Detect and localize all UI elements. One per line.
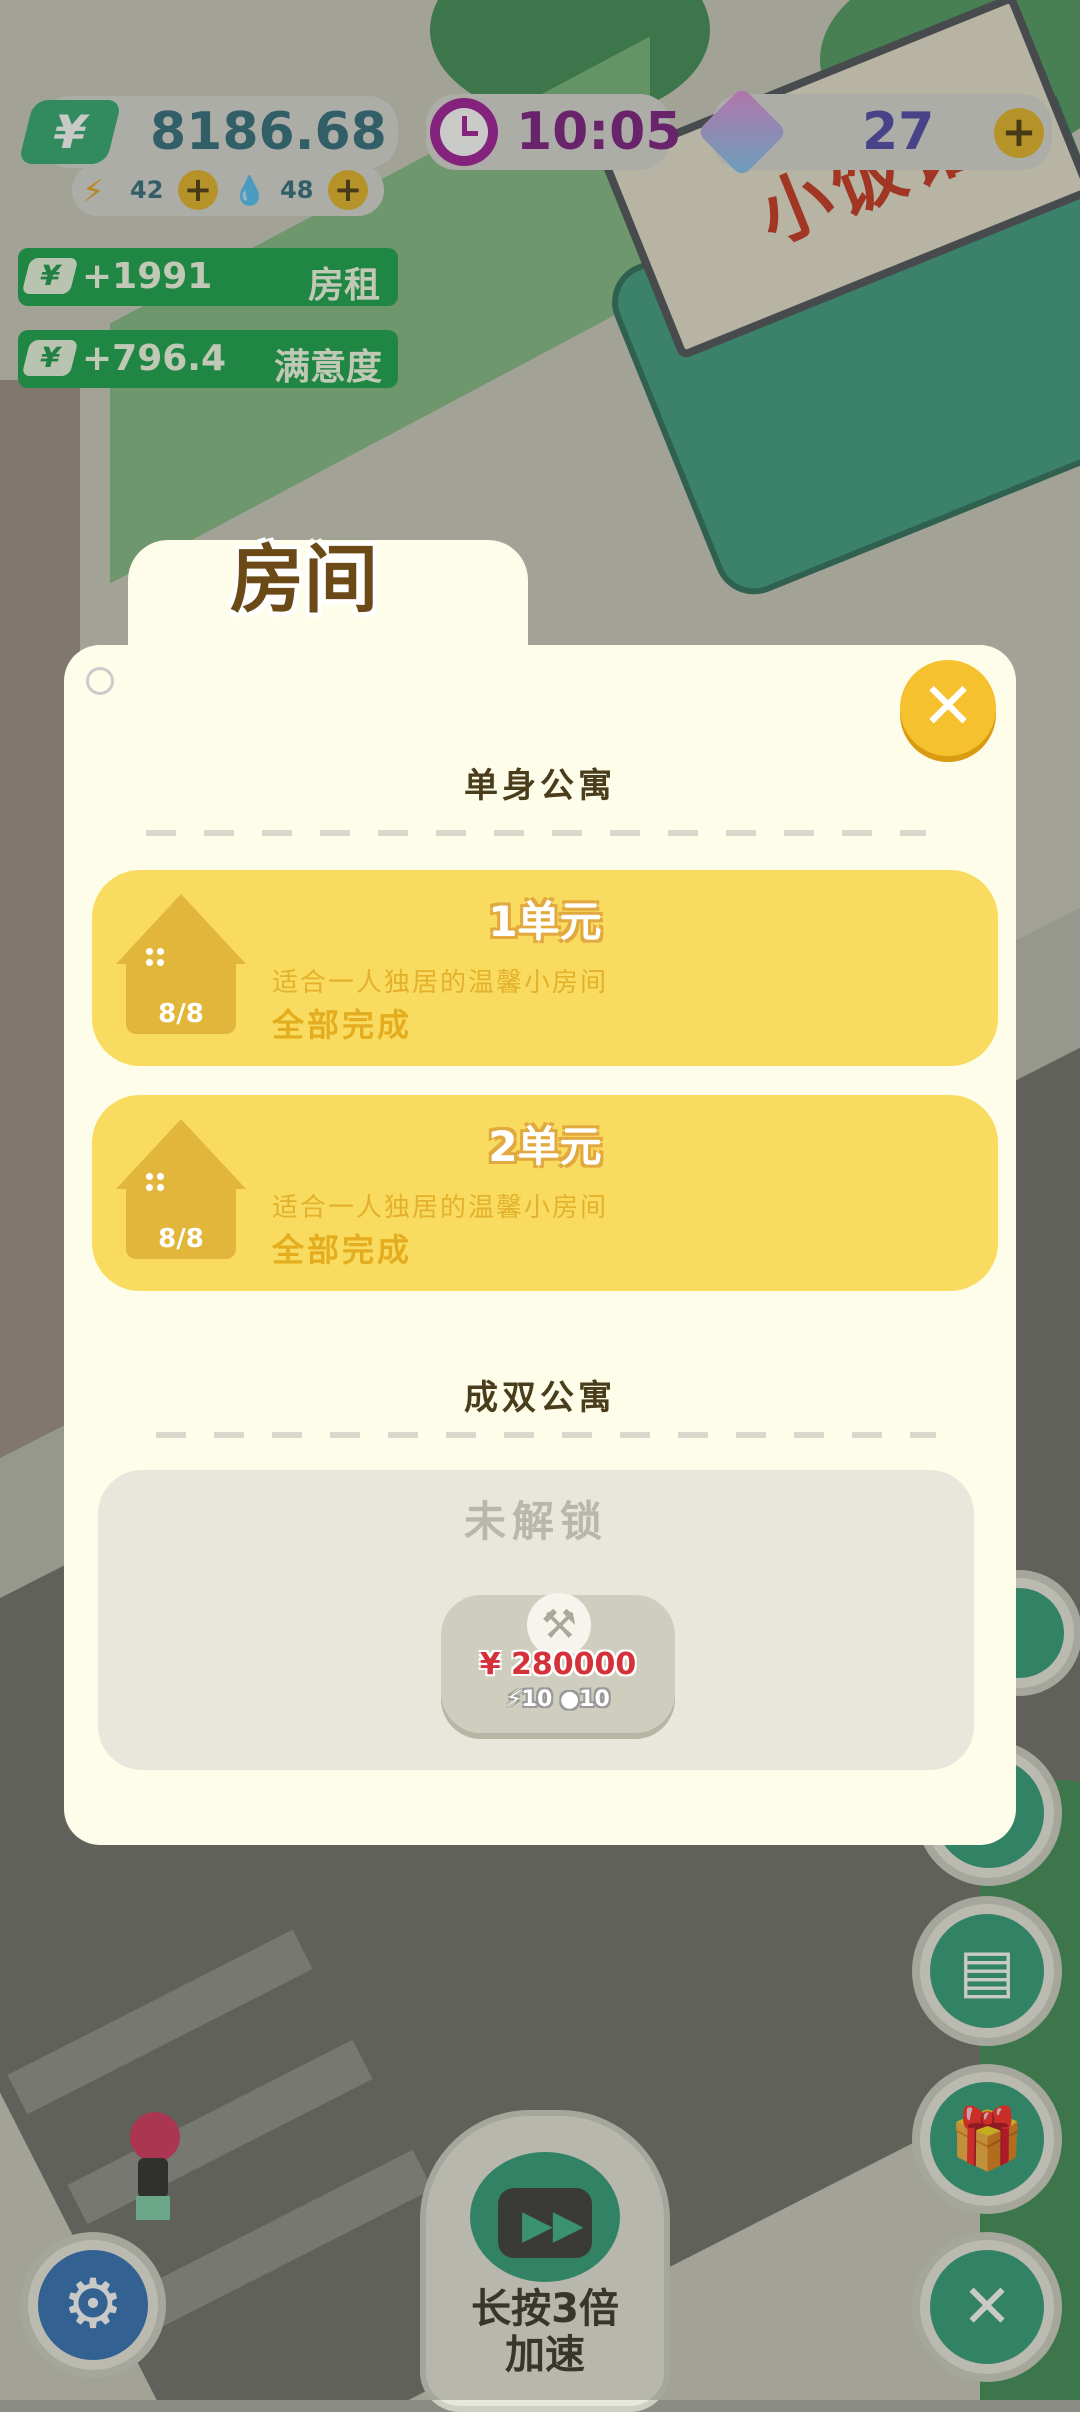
unit-description: 适合一人独居的温馨小房间: [272, 1193, 609, 1223]
section-divider: [156, 1432, 936, 1438]
section-title-couple: 成双公寓: [464, 1378, 616, 1418]
unit-name: 2单元: [488, 1122, 602, 1171]
dialog-title: 房间: [230, 537, 378, 623]
close-button[interactable]: ✕: [900, 660, 996, 756]
section-title-single: 单身公寓: [464, 766, 616, 806]
locked-apartment-card: 未解锁 ⚒ ¥ 280000 ⚡10 ●10: [98, 1470, 974, 1770]
unit-card-1[interactable]: 8/8 1单元 适合一人独居的温馨小房间 全部完成: [92, 870, 998, 1066]
unit-card-2[interactable]: 8/8 2单元 适合一人独居的温馨小房间 全部完成: [92, 1095, 998, 1291]
unlock-water-cost: 10: [579, 1687, 610, 1712]
unit-progress: 8/8: [158, 1224, 204, 1254]
info-icon: [86, 667, 114, 695]
unit-name: 1单元: [488, 897, 602, 946]
section-divider: [146, 830, 926, 836]
unit-progress: 8/8: [158, 999, 204, 1029]
unlock-energy-cost: 10: [521, 1687, 553, 1712]
locked-label: 未解锁: [463, 1497, 608, 1546]
unit-status: 全部完成: [272, 1231, 413, 1269]
close-icon: ✕: [921, 670, 975, 744]
unit-status: 全部完成: [272, 1006, 413, 1044]
water-drop-icon: ●: [559, 1687, 580, 1712]
unlock-price: 280000: [511, 1647, 637, 1682]
unlock-button[interactable]: ⚒ ¥ 280000 ⚡10 ●10: [441, 1593, 675, 1733]
money-icon: ¥: [479, 1647, 501, 1682]
unit-description: 适合一人独居的温馨小房间: [272, 968, 609, 998]
lightning-icon: ⚡: [506, 1687, 522, 1712]
